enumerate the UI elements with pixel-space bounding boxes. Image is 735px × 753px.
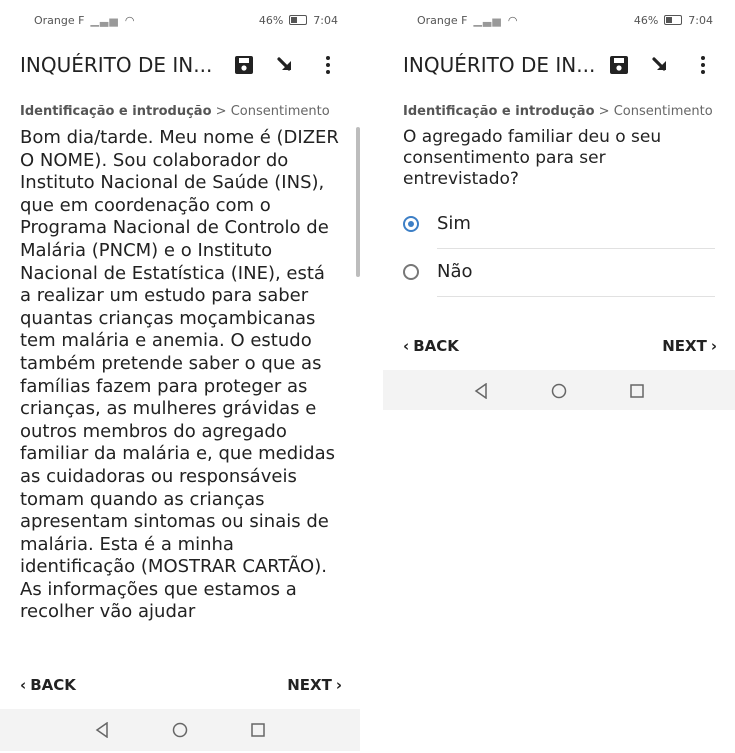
save-icon[interactable] bbox=[601, 47, 637, 83]
app-title: INQUÉRITO DE IN... bbox=[20, 53, 213, 77]
save-icon[interactable] bbox=[226, 47, 262, 83]
recents-square-icon[interactable] bbox=[627, 381, 647, 401]
status-bar: Orange F ▁▃▅ ◠ 46% 7:04 bbox=[0, 0, 360, 40]
option-label: Sim bbox=[437, 200, 715, 249]
system-nav-bar bbox=[0, 709, 360, 751]
next-button[interactable]: NEXT › bbox=[662, 337, 717, 355]
option-label: Não bbox=[437, 248, 715, 297]
option-sim[interactable]: Sim bbox=[383, 200, 735, 249]
battery-percent: 46% bbox=[633, 13, 659, 27]
back-triangle-icon[interactable] bbox=[471, 381, 491, 401]
breadcrumb-section: Identificação e introdução bbox=[403, 104, 595, 119]
recents-square-icon[interactable] bbox=[248, 720, 268, 740]
breadcrumb-section: Identificação e introdução bbox=[20, 104, 212, 119]
consent-text-area[interactable]: Bom dia/tarde. Meu nome é (DIZER O NOME)… bbox=[0, 127, 360, 661]
page-nav: ‹ BACK NEXT › bbox=[383, 322, 735, 370]
radio-selected-icon[interactable] bbox=[403, 216, 419, 232]
back-button[interactable]: ‹ BACK bbox=[20, 676, 76, 694]
signal-icon: ▁▃▅ bbox=[473, 13, 502, 27]
scrollbar[interactable] bbox=[356, 127, 360, 277]
app-title: INQUÉRITO DE IN... bbox=[403, 53, 595, 77]
home-circle-icon[interactable] bbox=[549, 381, 569, 401]
right-screen: Orange F ▁▃▅ ◠ 46% 7:04 INQUÉRITO DE IN.… bbox=[383, 0, 735, 410]
home-circle-icon[interactable] bbox=[170, 720, 190, 740]
more-vert-icon[interactable] bbox=[310, 47, 346, 83]
clock: 7:04 bbox=[313, 13, 338, 27]
back-triangle-icon[interactable] bbox=[92, 720, 112, 740]
next-button[interactable]: NEXT › bbox=[287, 676, 342, 694]
battery-percent: 46% bbox=[258, 13, 284, 27]
back-button[interactable]: ‹ BACK bbox=[403, 337, 459, 355]
breadcrumb: Identificação e introdução > Consentimen… bbox=[0, 90, 360, 127]
page-nav: ‹ BACK NEXT › bbox=[0, 661, 360, 709]
system-nav-bar bbox=[383, 370, 735, 410]
breadcrumb-page: Consentimento bbox=[230, 104, 330, 119]
breadcrumb: Identificação e introdução > Consentimen… bbox=[383, 90, 735, 127]
signal-icon: ▁▃▅ bbox=[90, 13, 119, 27]
battery-icon bbox=[289, 15, 308, 25]
consent-question: O agregado familiar deu o seu consentime… bbox=[403, 127, 662, 189]
app-bar: INQUÉRITO DE IN... bbox=[0, 40, 360, 90]
back-label: BACK bbox=[30, 676, 76, 694]
option-nao[interactable]: Não bbox=[383, 248, 735, 297]
breadcrumb-separator: > bbox=[598, 104, 610, 119]
carrier-label: Orange F bbox=[34, 13, 85, 27]
next-label: NEXT bbox=[287, 676, 332, 694]
chevron-left-icon: ‹ bbox=[20, 676, 27, 694]
breadcrumb-separator: > bbox=[215, 104, 227, 119]
radio-unselected-icon[interactable] bbox=[403, 264, 419, 280]
clock: 7:04 bbox=[688, 13, 713, 27]
next-label: NEXT bbox=[662, 337, 707, 355]
arrow-icon[interactable] bbox=[643, 47, 679, 83]
consent-text: Bom dia/tarde. Meu nome é (DIZER O NOME)… bbox=[20, 127, 339, 623]
more-vert-icon[interactable] bbox=[685, 47, 721, 83]
wifi-icon: ◠ bbox=[124, 13, 135, 27]
arrow-icon[interactable] bbox=[268, 47, 304, 83]
wifi-icon: ◠ bbox=[507, 13, 518, 27]
battery-icon bbox=[664, 15, 683, 25]
chevron-left-icon: ‹ bbox=[403, 337, 410, 355]
app-bar: INQUÉRITO DE IN... bbox=[383, 40, 735, 90]
chevron-right-icon: › bbox=[335, 676, 342, 694]
left-screen: Orange F ▁▃▅ ◠ 46% 7:04 INQUÉRITO DE IN.… bbox=[0, 0, 360, 753]
status-bar: Orange F ▁▃▅ ◠ 46% 7:04 bbox=[383, 0, 735, 40]
breadcrumb-page: Consentimento bbox=[613, 104, 713, 119]
chevron-right-icon: › bbox=[710, 337, 717, 355]
back-label: BACK bbox=[413, 337, 459, 355]
carrier-label: Orange F bbox=[417, 13, 468, 27]
